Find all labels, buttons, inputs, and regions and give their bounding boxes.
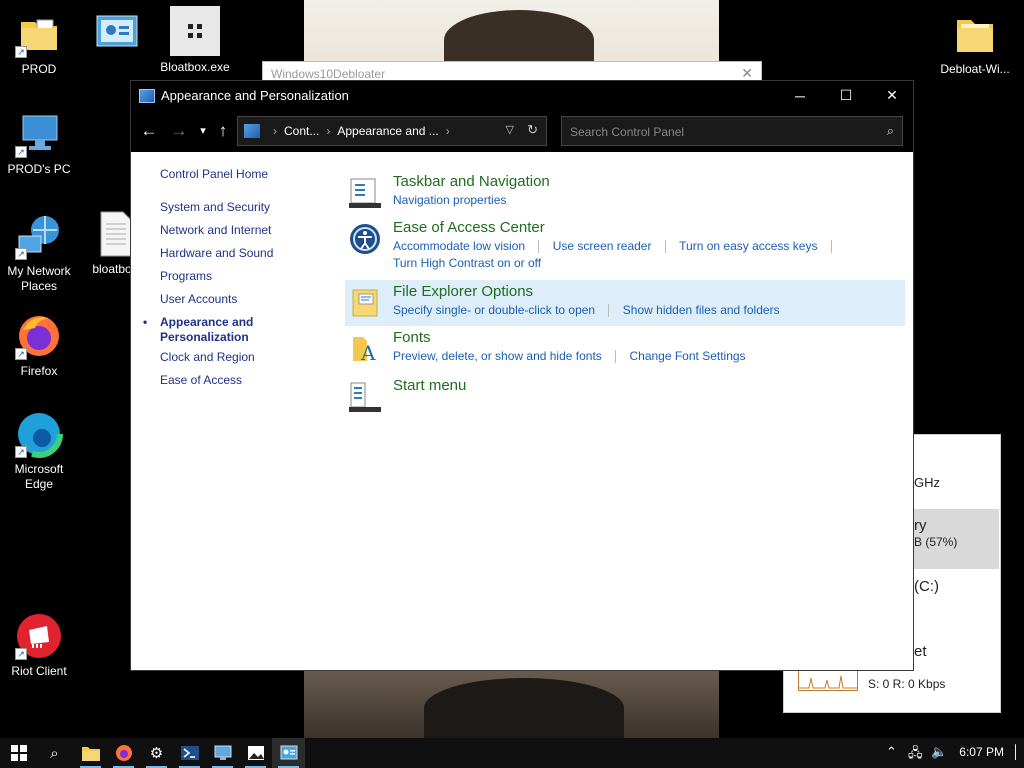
control-panel-icon [139, 88, 155, 103]
show-desktop-button[interactable]: │ [1012, 744, 1020, 759]
desktop-icon-microsoft-edge[interactable]: ↗ Microsoft Edge [0, 410, 78, 492]
link-specify-single-or-double-click[interactable]: Specify single- or double-click to open [393, 303, 595, 317]
nav-control-panel-home[interactable]: Control Panel Home [160, 167, 273, 190]
start-button[interactable] [2, 738, 35, 768]
title-bar[interactable]: Appearance and Personalization ─ ☐ ✕ [131, 81, 913, 110]
desktop-icon-this-pc[interactable]: ↗ PROD's PC [0, 110, 78, 177]
photos-taskbar-icon[interactable] [239, 738, 272, 768]
back-arrow-icon[interactable]: ← [137, 119, 161, 143]
category-file-explorer-options: File Explorer Options Specify single- or… [345, 280, 905, 326]
edge-icon: ↗ [15, 410, 63, 458]
category-title[interactable]: File Explorer Options [393, 283, 533, 300]
desktop-icon-bloatbox-exe[interactable]: Bloatbox.exe [156, 6, 234, 75]
category-start-menu: Start menu [345, 377, 905, 413]
search-placeholder: Search Control Panel [570, 125, 685, 139]
disk-label: (C:) [914, 578, 939, 595]
address-bar[interactable]: › Cont... › Appearance and ... › ▽ ↻ [237, 116, 547, 146]
search-icon[interactable]: ⌕ [38, 738, 71, 768]
nav-appearance-and-personalization[interactable]: Appearance and Personalization [143, 315, 273, 350]
navigation-bar: ← → ▾ ↑ › Cont... › Appearance and ... ›… [131, 110, 913, 152]
ease-of-access-icon [349, 223, 381, 255]
maximize-button[interactable]: ☐ [823, 81, 869, 110]
link-navigation-properties[interactable]: Navigation properties [393, 193, 506, 207]
category-title[interactable]: Ease of Access Center [393, 219, 545, 236]
desktop-icon-control-panel[interactable] [78, 10, 156, 62]
fonts-icon: A [349, 333, 381, 365]
category-fonts: A Fonts Preview, delete, or show and hid… [345, 329, 905, 369]
taskbar-icon [349, 177, 381, 209]
cpu-speed-label: GHz [914, 475, 940, 490]
volume-muted-icon[interactable]: 🔈 [931, 744, 947, 760]
breadcrumb-control-panel[interactable]: Cont... [284, 124, 319, 138]
taskbar: ⌕ ⚙ ⌃ 🖧 🔈 6:07 PM │ [0, 738, 1024, 768]
desktop-icon-firefox[interactable]: ↗ Firefox [0, 312, 78, 379]
link-turn-on-easy-access-keys[interactable]: Turn on easy access keys [679, 239, 817, 253]
riot-icon: ↗ [15, 612, 63, 660]
search-input[interactable]: Search Control Panel ⌕ [561, 116, 903, 146]
taskbar-clock[interactable]: 6:07 PM [959, 745, 1004, 759]
link-preview-delete-fonts[interactable]: Preview, delete, or show and hide fonts [393, 349, 602, 363]
category-title[interactable]: Fonts [393, 329, 431, 346]
svg-text:A: A [360, 341, 376, 365]
memory-label: ry [914, 517, 927, 534]
app-icon [170, 6, 220, 56]
category-title[interactable]: Taskbar and Navigation [393, 173, 550, 190]
control-panel-icon [93, 10, 141, 58]
minimize-button[interactable]: ─ [777, 81, 823, 110]
chevron-down-icon[interactable]: ▽ [506, 123, 514, 136]
firefox-taskbar-icon[interactable] [107, 738, 140, 768]
desktop-icon-debloat-folder[interactable]: Debloat-Wi... [936, 10, 1014, 77]
nav-programs[interactable]: Programs [160, 269, 273, 292]
control-panel-taskbar-icon[interactable] [272, 738, 305, 768]
background-window-title: Windows10Debloater [271, 67, 386, 81]
nav-system-and-security[interactable]: System and Security [160, 200, 273, 223]
settings-gear-icon[interactable]: ⚙ [140, 738, 173, 768]
nav-network-and-internet[interactable]: Network and Internet [160, 223, 273, 246]
link-show-hidden-files[interactable]: Show hidden files and folders [623, 303, 780, 317]
search-icon[interactable]: ⌕ [887, 123, 894, 139]
start-menu-icon [349, 381, 381, 413]
link-accommodate-low-vision[interactable]: Accommodate low vision [393, 239, 525, 253]
link-use-screen-reader[interactable]: Use screen reader [553, 239, 652, 253]
powershell-taskbar-icon[interactable] [173, 738, 206, 768]
nav-user-accounts[interactable]: User Accounts [160, 292, 273, 315]
category-ease-of-access-center: Ease of Access Center Accommodate low vi… [345, 219, 905, 277]
network-icon: ↗ [15, 212, 63, 260]
up-arrow-icon[interactable]: ↑ [211, 119, 235, 143]
forward-arrow-icon[interactable]: → [167, 119, 191, 143]
remote-desktop-taskbar-icon[interactable] [206, 738, 239, 768]
nav-ease-of-access[interactable]: Ease of Access [160, 373, 273, 396]
nav-hardware-and-sound[interactable]: Hardware and Sound [160, 246, 273, 269]
file-explorer-taskbar-icon[interactable] [74, 738, 107, 768]
window-title: Appearance and Personalization [161, 88, 349, 103]
desktop: ↗ PROD Bloatbox.exe Debloat-Wi... ↗ PROD… [0, 0, 1024, 738]
windows-logo-icon [10, 745, 27, 761]
category-taskbar-and-navigation: Taskbar and Navigation Navigation proper… [345, 173, 905, 213]
main-content: Control Panel Home System and Security N… [131, 153, 913, 670]
network-icon[interactable]: 🖧 [908, 744, 923, 766]
control-panel-window[interactable]: Appearance and Personalization ─ ☐ ✕ ← →… [130, 80, 914, 671]
refresh-icon[interactable]: ↻ [527, 122, 538, 138]
folder-icon: ↗ [15, 10, 63, 58]
breadcrumb-appearance[interactable]: Appearance and ... [337, 124, 438, 138]
control-panel-icon [244, 124, 260, 138]
nav-clock-and-region[interactable]: Clock and Region [160, 350, 273, 373]
link-change-font-settings[interactable]: Change Font Settings [629, 349, 745, 363]
firefox-icon: ↗ [15, 312, 63, 360]
category-title[interactable]: Start menu [393, 377, 466, 394]
ethernet-label: et [914, 643, 927, 660]
file-explorer-options-icon [349, 286, 381, 318]
desktop-icon-my-network-places[interactable]: ↗ My Network Places [0, 212, 78, 294]
left-navigation: Control Panel Home System and Security N… [143, 167, 273, 396]
close-button[interactable]: ✕ [869, 81, 915, 110]
memory-value: B (57%) [914, 535, 958, 549]
desktop-icon-riot-client[interactable]: ↗ Riot Client [0, 612, 78, 679]
chevron-up-icon[interactable]: ⌃ [886, 744, 897, 760]
desktop-icon-prod[interactable]: ↗ PROD [0, 10, 78, 77]
ethernet-value: S: 0 R: 0 Kbps [868, 677, 946, 691]
link-turn-high-contrast[interactable]: Turn High Contrast on or off [393, 256, 541, 270]
computer-icon: ↗ [15, 110, 63, 158]
folder-icon [951, 10, 999, 58]
